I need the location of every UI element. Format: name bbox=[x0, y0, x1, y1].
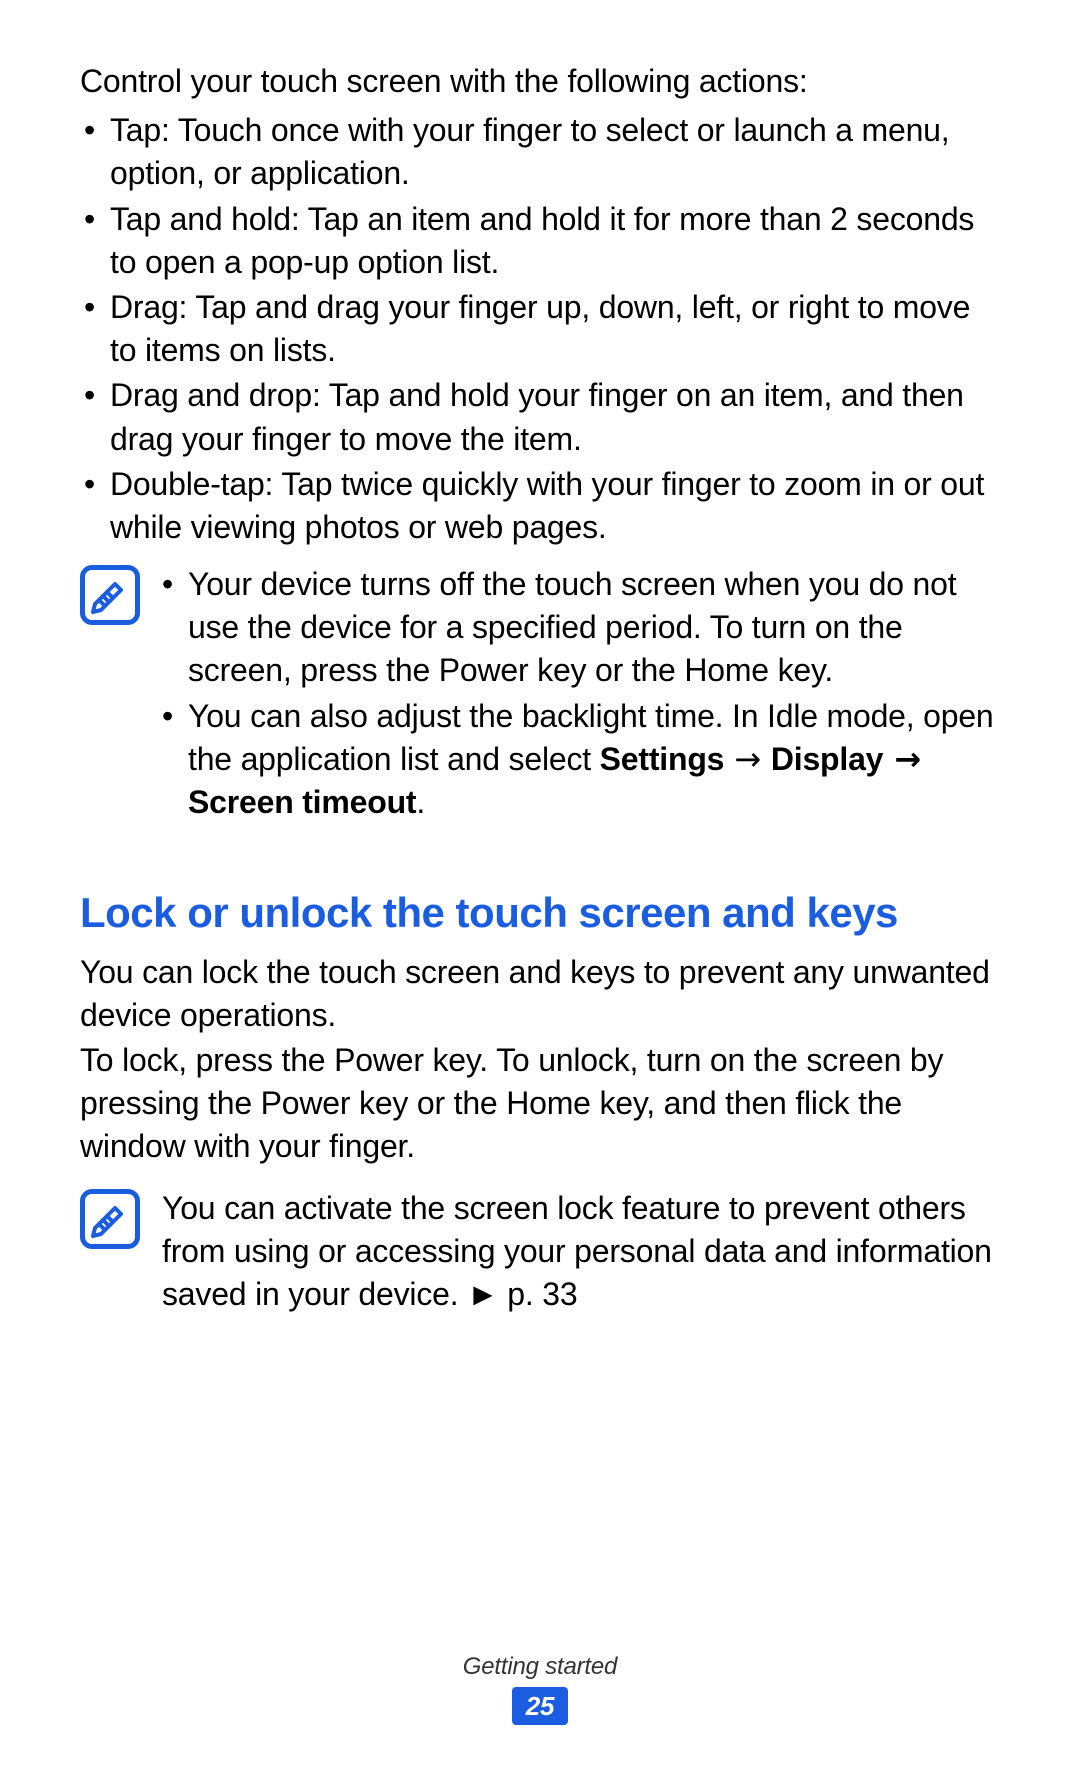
list-item: Tap and hold: Tap an item and hold it fo… bbox=[110, 198, 1000, 284]
page-ref: p. 33 bbox=[499, 1276, 578, 1312]
intro-text: Control your touch screen with the follo… bbox=[80, 60, 1000, 103]
note-list: Your device turns off the touch screen w… bbox=[162, 563, 1000, 826]
document-page: Control your touch screen with the follo… bbox=[0, 0, 1080, 1316]
list-item: You can also adjust the backlight time. … bbox=[188, 695, 1000, 825]
screen-timeout-label: Screen timeout bbox=[188, 784, 416, 820]
list-item: Drag and drop: Tap and hold your finger … bbox=[110, 374, 1000, 460]
section-heading: Lock or unlock the touch screen and keys bbox=[80, 888, 1000, 938]
note-text: You can activate the screen lock feature… bbox=[162, 1187, 1000, 1317]
note-block: You can activate the screen lock feature… bbox=[80, 1187, 1000, 1317]
footer-section-name: Getting started bbox=[0, 1653, 1080, 1681]
period: . bbox=[416, 784, 425, 820]
settings-label: Settings bbox=[600, 741, 725, 777]
arrow-icon: → bbox=[724, 740, 771, 778]
page-ref-marker-icon: ► bbox=[467, 1273, 498, 1316]
display-label: Display bbox=[771, 741, 883, 777]
list-item: Double-tap: Tap twice quickly with your … bbox=[110, 463, 1000, 549]
paragraph: You can lock the touch screen and keys t… bbox=[80, 951, 1000, 1037]
page-number-badge: 25 bbox=[512, 1687, 569, 1725]
arrow-icon: → bbox=[883, 740, 921, 778]
paragraph: To lock, press the Power key. To unlock,… bbox=[80, 1039, 1000, 1169]
note-icon bbox=[80, 565, 140, 625]
list-item: Tap: Touch once with your finger to sele… bbox=[110, 109, 1000, 195]
note-icon bbox=[80, 1189, 140, 1249]
page-footer: Getting started 25 bbox=[0, 1653, 1080, 1725]
list-item: Drag: Tap and drag your finger up, down,… bbox=[110, 286, 1000, 372]
touch-actions-list: Tap: Touch once with your finger to sele… bbox=[80, 109, 1000, 549]
note-block: Your device turns off the touch screen w… bbox=[80, 563, 1000, 826]
list-item: Your device turns off the touch screen w… bbox=[188, 563, 1000, 693]
